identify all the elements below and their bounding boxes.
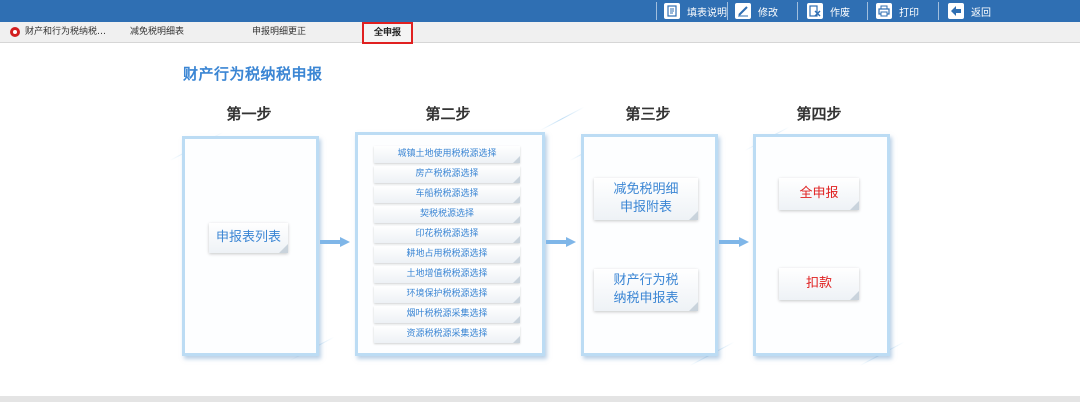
toolbar-separator — [727, 2, 728, 20]
page-fold — [513, 156, 520, 163]
step3-panel — [581, 134, 718, 356]
modify-label: 修改 — [758, 7, 778, 19]
toolbar-separator — [656, 2, 657, 20]
page-title: 财产行为税纳税申报 — [183, 65, 323, 83]
page-fold — [850, 291, 859, 300]
item-label: 耕地占用税税源选择 — [406, 249, 488, 259]
item-label: 资源税税源采集选择 — [406, 329, 488, 339]
page-fold — [513, 216, 520, 223]
page-fold — [513, 256, 520, 263]
step-arrow-icon — [320, 237, 350, 247]
item-label: 车船税税源选择 — [415, 189, 479, 199]
page-fold — [513, 336, 520, 343]
step-arrow-icon — [719, 237, 749, 247]
tab-property-behavior-tax[interactable]: 财产和行为税纳税… — [10, 22, 106, 42]
card-label: 减免税明细申报附表 — [613, 182, 679, 215]
card-label: 财产行为税纳税申报表 — [613, 273, 679, 306]
source-select-item[interactable]: 城镇土地使用税税源选择 — [374, 146, 520, 163]
page-fold — [513, 296, 520, 303]
tab-bar: 财产和行为税纳税… 减免税明细表 申报明细更正 全申报 — [0, 22, 1080, 44]
page-fold — [513, 316, 520, 323]
tab-full-declaration[interactable]: 全申报 — [362, 22, 414, 44]
tab-declaration-correction[interactable]: 申报明细更正 — [252, 22, 306, 42]
step4-panel — [753, 134, 890, 356]
document-icon — [664, 3, 680, 19]
tab-label: 申报明细更正 — [252, 27, 307, 37]
source-select-item[interactable]: 土地增值税税源选择 — [374, 266, 520, 283]
source-select-item[interactable]: 耕地占用税税源选择 — [374, 246, 520, 263]
exemption-detail-attachment-button[interactable]: 减免税明细申报附表 — [594, 178, 698, 220]
edit-pencil-icon — [735, 3, 751, 19]
void-document-icon — [807, 3, 823, 19]
source-select-item[interactable]: 资源税税源采集选择 — [374, 326, 520, 343]
back-label: 返回 — [971, 7, 991, 19]
deduct-payment-button[interactable]: 扣款 — [779, 268, 859, 300]
void-button[interactable]: 作废 — [807, 0, 850, 22]
source-select-item[interactable]: 环境保护税税源选择 — [374, 286, 520, 303]
step-arrow-icon — [546, 237, 576, 247]
print-button[interactable]: 打印 — [876, 0, 919, 22]
item-label: 房产税税源选择 — [415, 169, 479, 179]
gear-icon — [10, 27, 20, 37]
modify-button[interactable]: 修改 — [735, 0, 778, 22]
page-fold — [689, 302, 698, 311]
tab-label: 财产和行为税纳税… — [25, 27, 107, 37]
fill-instructions-button[interactable]: 填表说明 — [664, 0, 727, 22]
source-select-item[interactable]: 烟叶税税源采集选择 — [374, 306, 520, 323]
source-select-item[interactable]: 印花税税源选择 — [374, 226, 520, 243]
card-label: 全申报 — [799, 186, 839, 201]
page-fold — [279, 244, 288, 253]
step2-title: 第二步 — [425, 105, 471, 123]
item-label: 城镇土地使用税税源选择 — [397, 149, 497, 159]
card-label: 扣款 — [805, 276, 832, 291]
source-select-item[interactable]: 车船税税源选择 — [374, 186, 520, 203]
step3-title: 第三步 — [625, 105, 671, 123]
printer-icon — [876, 3, 892, 19]
toolbar-separator — [867, 2, 868, 20]
toolbar-separator — [797, 2, 798, 20]
step4-title: 第四步 — [796, 105, 842, 123]
page-fold — [513, 236, 520, 243]
decorative-line — [539, 106, 585, 131]
bottom-divider — [0, 396, 1080, 402]
back-button[interactable]: 返回 — [948, 0, 991, 22]
page-fold — [513, 176, 520, 183]
item-label: 烟叶税税源采集选择 — [406, 309, 488, 319]
print-label: 打印 — [899, 7, 919, 19]
item-label: 印花税税源选择 — [415, 229, 479, 239]
step1-title: 第一步 — [226, 105, 272, 123]
item-label: 契税税源选择 — [419, 209, 474, 219]
toolbar-separator — [938, 2, 939, 20]
page-fold — [689, 211, 698, 220]
tab-label: 减免税明细表 — [130, 27, 185, 37]
item-label: 环境保护税税源选择 — [406, 289, 488, 299]
void-label: 作废 — [830, 7, 850, 19]
page-fold — [513, 276, 520, 283]
page-fold — [513, 196, 520, 203]
tab-label: 全申报 — [374, 28, 402, 38]
source-select-item[interactable]: 契税税源选择 — [374, 206, 520, 223]
back-arrow-icon — [948, 3, 964, 19]
page-fold — [850, 201, 859, 210]
declaration-form-list-button[interactable]: 申报表列表 — [209, 223, 288, 253]
tab-exemption-detail[interactable]: 减免税明细表 — [130, 22, 184, 42]
fill-instructions-label: 填表说明 — [687, 7, 727, 19]
source-select-item[interactable]: 房产税税源选择 — [374, 166, 520, 183]
full-declaration-button[interactable]: 全申报 — [779, 178, 859, 210]
property-behavior-tax-form-button[interactable]: 财产行为税纳税申报表 — [594, 269, 698, 311]
card-label: 申报表列表 — [215, 230, 281, 245]
item-label: 土地增值税税源选择 — [406, 269, 488, 279]
top-toolbar: 填表说明 修改 作废 打印 返回 — [0, 0, 1080, 22]
